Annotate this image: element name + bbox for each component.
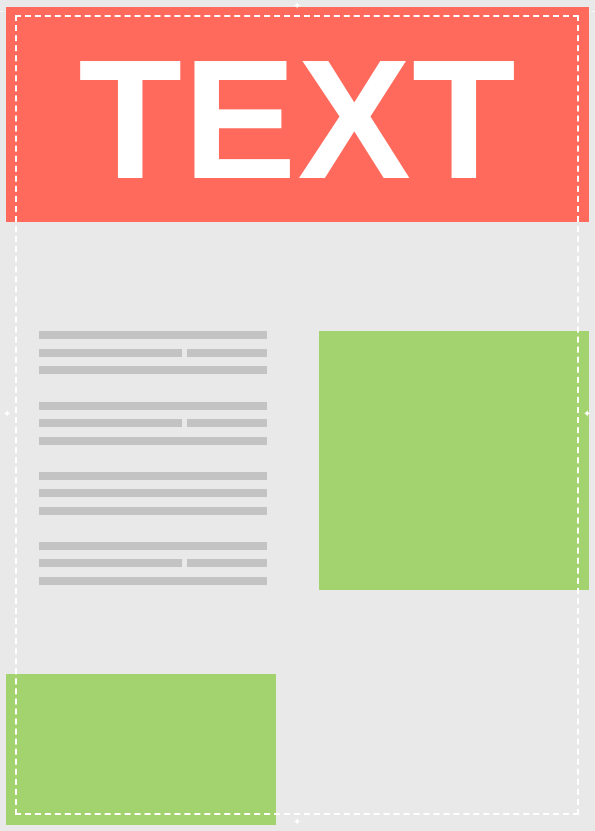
image-placeholder-right[interactable]: [319, 331, 589, 590]
text-line: [187, 349, 267, 357]
text-line: [39, 507, 267, 515]
header-title: TEXT: [78, 25, 517, 215]
text-line: [187, 559, 267, 567]
text-line: [39, 472, 267, 480]
resize-handle-right-icon[interactable]: ✦: [583, 410, 591, 420]
text-line: [187, 419, 267, 427]
resize-handle-left-icon[interactable]: ✦: [3, 410, 11, 420]
text-line: [39, 437, 267, 445]
image-placeholder-bottom[interactable]: [6, 674, 276, 825]
text-line: [39, 419, 182, 427]
header-block[interactable]: TEXT: [6, 7, 589, 222]
text-line: [39, 559, 182, 567]
text-line: [39, 402, 267, 410]
text-line: [39, 577, 267, 585]
text-line: [39, 489, 267, 497]
text-line: [39, 542, 267, 550]
text-line: [39, 331, 267, 339]
layout-page: TEXT ✦ ✦ ✦ ✦: [0, 0, 595, 831]
resize-handle-top-icon[interactable]: ✦: [293, 2, 301, 12]
text-line: [39, 349, 182, 357]
resize-handle-bottom-icon[interactable]: ✦: [293, 818, 301, 828]
text-line: [39, 366, 267, 374]
